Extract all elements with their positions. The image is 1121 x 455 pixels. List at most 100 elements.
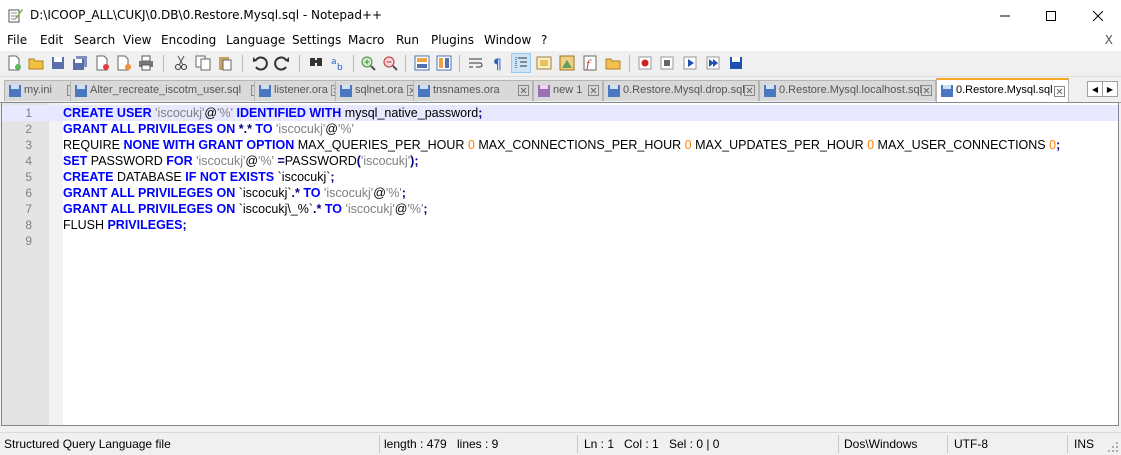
indent-guide-icon[interactable] [511,53,531,73]
copy-icon[interactable] [194,54,212,72]
tab-tnsnames-ora[interactable]: tnsnames.ora [413,80,533,101]
zoom-in-icon[interactable] [359,54,377,72]
zoom-out-icon[interactable] [381,54,399,72]
tab-close-icon[interactable] [1054,86,1065,97]
tab-close-icon[interactable] [744,85,755,96]
token-kw: IF NOT EXISTS [185,170,275,184]
token-t: `iscocukj` [274,170,331,184]
tab-restore-mysql[interactable]: 0.Restore.Mysql.sql [936,78,1069,102]
menu-help[interactable]: ? [541,33,547,47]
token-str: 'iscocukj' [360,154,411,168]
code-line[interactable]: 9 [2,233,1118,249]
code-editor[interactable]: 1 CREATE USER 'iscocukj'@'%' IDENTIFIED W… [1,102,1119,426]
token-str: 'iscocukj' [323,186,374,200]
folder-as-workspace-icon[interactable] [604,54,622,72]
paste-icon[interactable] [216,54,234,72]
tab-close-icon[interactable] [518,85,529,96]
token-op: ; [182,218,187,232]
play-macro-multiple-icon[interactable] [704,54,722,72]
status-separator [838,435,839,453]
current-line[interactable]: 1 CREATE USER 'iscocukj'@'%' IDENTIFIED W… [2,105,1118,121]
menu-edit[interactable]: Edit [40,33,63,47]
menu-file[interactable]: File [7,33,27,47]
sync-vertical-icon[interactable] [413,54,431,72]
code-line[interactable]: 3 REQUIRE NONE WITH GRANT OPTION MAX_QUER… [2,137,1118,153]
window-title: D:\ICOOP_ALL\CUKJ\0.DB\0.Restore.Mysql.s… [30,8,383,22]
code-line[interactable]: 4 SET PASSWORD FOR 'iscocukj'@'%' =PASSWO… [2,153,1118,169]
token-op: ; [330,170,335,184]
save-macro-icon[interactable] [727,54,745,72]
tab-restore-mysql-localhost[interactable]: 0.Restore.Mysql.localhost.sql [759,80,936,101]
stop-macro-icon[interactable] [658,54,676,72]
menu-search[interactable]: Search [74,33,115,47]
menu-encoding[interactable]: Encoding [161,33,216,47]
record-macro-icon[interactable] [636,54,654,72]
print-icon[interactable] [137,54,155,72]
code-text: CREATE USER 'iscocukj'@'%' IDENTIFIED WI… [63,106,482,120]
menu-run[interactable]: Run [396,33,419,47]
word-wrap-icon[interactable] [467,54,485,72]
menu-language[interactable]: Language [226,33,285,47]
resize-grip-icon[interactable] [1107,441,1119,453]
save-icon[interactable] [49,54,67,72]
new-file-icon[interactable] [5,54,23,72]
define-language-icon[interactable] [535,54,553,72]
token-t: `iscocukj` [235,186,292,200]
menu-settings[interactable]: Settings [292,33,341,47]
redo-icon[interactable] [273,54,291,72]
maximize-button[interactable] [1028,0,1074,31]
code-line[interactable]: 7 GRANT ALL PRIVILEGES ON `iscocukj\_%`.*… [2,201,1118,217]
toolbar-separator [405,55,406,72]
close-window-button[interactable] [1075,0,1121,31]
menu-window[interactable]: Window [484,33,531,47]
play-macro-icon[interactable] [681,54,699,72]
token-str: '%' [258,154,274,168]
undo-icon[interactable] [251,54,269,72]
file-saved-icon [608,85,620,97]
close-document-x[interactable]: X [1105,33,1113,47]
status-bar: Structured Query Language file length : … [0,432,1121,455]
token-str: '%' [337,122,354,136]
code-line[interactable]: 8 FLUSH PRIVILEGES; [2,217,1118,233]
code-text: GRANT ALL PRIVILEGES ON *.* TO 'iscocukj… [63,122,354,136]
cut-icon[interactable] [172,54,190,72]
tab-listener-ora[interactable]: listener.ora [254,80,346,101]
status-encoding: UTF-8 [954,437,988,451]
function-list-icon[interactable]: f [581,54,599,72]
document-map-icon[interactable] [558,54,576,72]
replace-icon[interactable]: ab [329,54,347,72]
tab-scroll-left-button[interactable]: ◀ [1087,81,1103,97]
svg-text:¶: ¶ [493,57,502,72]
tab-close-icon[interactable] [588,85,599,96]
minimize-button[interactable] [982,0,1028,31]
close-all-icon[interactable] [115,54,133,72]
save-all-icon[interactable] [71,54,89,72]
tab-sqlnet-ora[interactable]: sqlnet.ora [335,80,422,101]
code-line[interactable]: 2 GRANT ALL PRIVILEGES ON *.* TO 'iscocuk… [2,121,1118,137]
tab-new-1[interactable]: new 1 [533,80,603,101]
tab-restore-mysql-drop[interactable]: 0.Restore.Mysql.drop.sql [603,80,759,101]
token-op: ; [1056,138,1061,152]
menu-macro[interactable]: Macro [348,33,384,47]
file-saved-icon [75,85,87,97]
file-saved-icon [9,85,21,97]
status-line: Ln : 1 [584,437,615,451]
show-all-characters-icon[interactable]: ¶ [489,54,507,72]
token-t: @ [373,186,386,200]
tab-alter-recreate[interactable]: Alter_recreate_iscotm_user.sql [70,80,266,101]
sync-horizontal-icon[interactable] [435,54,453,72]
open-file-icon[interactable] [27,54,45,72]
find-icon[interactable] [307,54,325,72]
code-line[interactable]: 5 CREATE DATABASE IF NOT EXISTS `iscocukj… [2,169,1118,185]
code-line[interactable]: 6 GRANT ALL PRIVILEGES ON `iscocukj`.* TO… [2,185,1118,201]
menu-view[interactable]: View [123,33,151,47]
token-str: '%' [217,106,233,120]
status-selection: Sel : 0 | 0 [669,437,720,451]
tab-scroll-right-button[interactable]: ▶ [1102,81,1118,97]
menu-plugins[interactable]: Plugins [431,33,474,47]
code-text: SET PASSWORD FOR 'iscocukj'@'%' =PASSWOR… [63,154,419,168]
close-file-icon[interactable] [93,54,111,72]
token-kw: NONE WITH GRANT OPTION [123,138,295,152]
line-number: 8 [25,218,32,232]
tab-close-icon[interactable] [921,85,932,96]
